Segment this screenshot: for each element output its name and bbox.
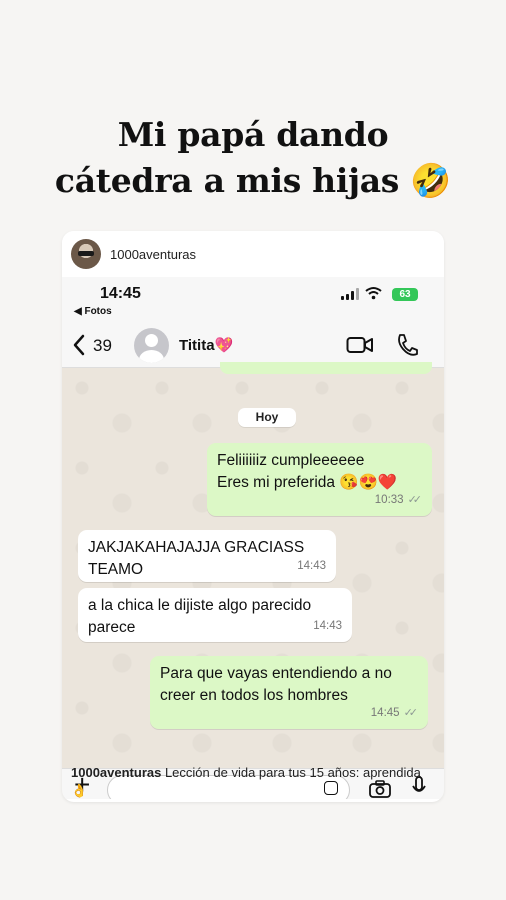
- back-chevron-icon[interactable]: [72, 334, 86, 356]
- post-caption: 1000aventuras Lección de vida para tus 1…: [71, 764, 436, 800]
- battery-indicator: 63: [392, 288, 418, 301]
- message-time: 14:43: [313, 620, 342, 632]
- back-to-photos-link[interactable]: ◀ Fotos: [74, 306, 112, 317]
- post-header: 1000aventuras: [62, 231, 444, 277]
- message-text: TEAMO: [88, 561, 144, 578]
- message-time: 10:33: [374, 494, 404, 506]
- chat-area: Hoy Feliiiiiiz cumpleeeeee Eres mi prefe…: [62, 362, 444, 768]
- screenshot-image: 14:45 ◀ Fotos 63 39 Titita💖 Hoy Feliiiii…: [62, 277, 444, 799]
- post-username[interactable]: 1000aventuras: [110, 247, 196, 262]
- message-text: parece: [88, 619, 136, 636]
- message-time: 14:45: [370, 707, 400, 719]
- message-text: a la chica le dijiste algo parecido: [88, 597, 312, 614]
- message-outgoing[interactable]: Feliiiiiiz cumpleeeeee Eres mi preferida…: [207, 443, 432, 516]
- profile-avatar[interactable]: [71, 239, 101, 269]
- status-bar: 14:45 ◀ Fotos 63: [62, 277, 444, 324]
- message-incoming[interactable]: a la chica le dijiste algo parecido pare…: [78, 588, 352, 642]
- post-card: 1000aventuras 14:45 ◀ Fotos 63 39 Titita…: [62, 231, 444, 802]
- previous-message: [220, 362, 432, 374]
- message-text: Para que vayas entendiendo a no: [160, 665, 392, 682]
- caption-username[interactable]: 1000aventuras: [71, 765, 161, 780]
- date-divider: Hoy: [238, 408, 296, 427]
- status-time: 14:45: [100, 285, 141, 302]
- read-ticks-icon: ✓✓: [407, 494, 423, 506]
- message-time: 14:43: [297, 560, 326, 572]
- message-text: Feliiiiiiz cumpleeeeee: [217, 452, 365, 469]
- contact-avatar[interactable]: [134, 328, 169, 363]
- message-text: JAKJAKAHAJAJJA GRACIASS: [88, 539, 305, 556]
- headline-line-1: Mi papá dando: [117, 115, 389, 154]
- unread-count[interactable]: 39: [93, 336, 112, 356]
- contact-name[interactable]: Titita💖: [179, 336, 233, 354]
- message-incoming[interactable]: JAKJAKAHAJAJJA GRACIASS TEAMO 14:43: [78, 530, 336, 582]
- signal-icon: [341, 288, 359, 300]
- video-call-icon[interactable]: [346, 335, 374, 355]
- headline-line-2: cátedra a mis hijas 🤣: [54, 161, 452, 200]
- read-ticks-icon: ✓✓: [403, 707, 419, 719]
- headline: Mi papá dando cátedra a mis hijas 🤣: [0, 112, 506, 204]
- phone-call-icon[interactable]: [396, 333, 418, 357]
- message-outgoing[interactable]: Para que vayas entendiendo a no creer en…: [150, 656, 428, 729]
- wifi-icon: [365, 287, 382, 300]
